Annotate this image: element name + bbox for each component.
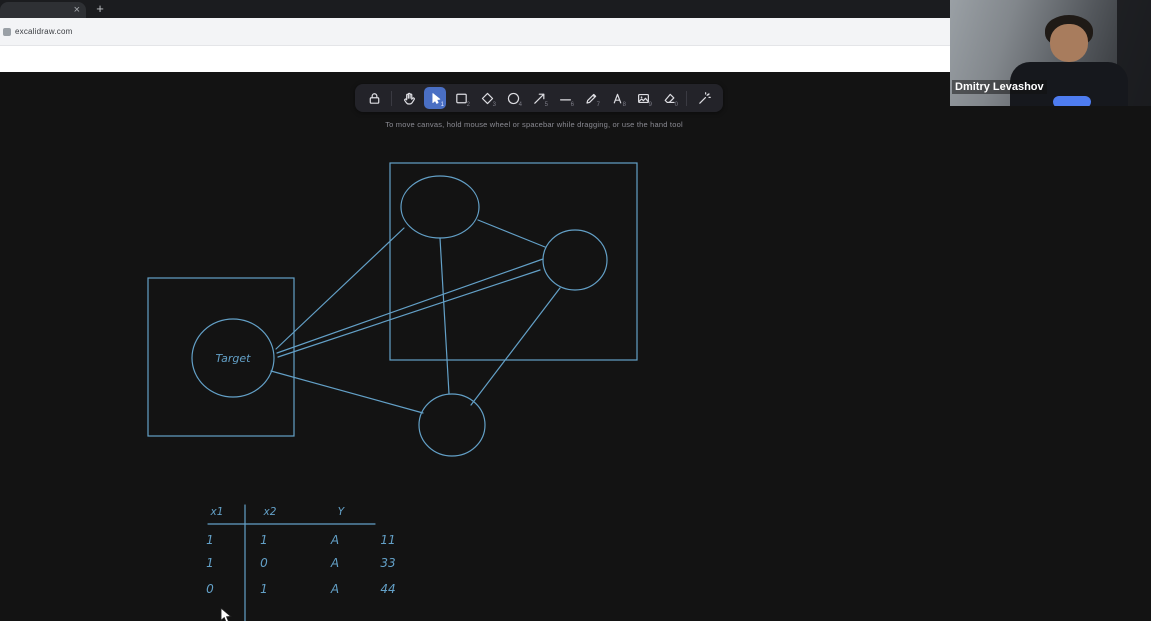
tool-text-button[interactable]: 8 xyxy=(606,87,628,109)
table-cell[interactable]: A xyxy=(330,556,339,570)
webcam-overlay: Dmitry Levashov xyxy=(950,0,1151,106)
table-cell[interactable]: 1 xyxy=(206,556,214,570)
tool-shortcut-label: 0 xyxy=(674,102,678,108)
tool-diamond-button[interactable]: 3 xyxy=(476,87,498,109)
excalidraw-toolbar: 1 2 3 4 5 6 7 8 9 0 xyxy=(355,84,723,112)
lock-icon xyxy=(369,92,379,104)
drawing-scene[interactable]: Targetx1 x2 Y1 1 A 111 0 A 330 1 A 44 xyxy=(0,72,1151,621)
hand-icon xyxy=(403,92,415,105)
webcam-name-label: Dmitry Levashov xyxy=(952,80,1047,94)
tool-selection-button[interactable]: 1 xyxy=(424,87,446,109)
toolbar-divider xyxy=(391,90,392,106)
laser-icon xyxy=(698,91,711,104)
tool-shortcut-label: 2 xyxy=(466,102,470,108)
url-text[interactable]: excalidraw.com xyxy=(15,27,73,36)
site-favicon-icon xyxy=(3,27,11,36)
mouse-cursor-icon xyxy=(220,608,232,621)
tab-close-icon[interactable]: × xyxy=(74,3,80,17)
diagram-connector-line[interactable] xyxy=(276,258,544,354)
diagram-rectangle[interactable] xyxy=(389,162,638,361)
excalidraw-canvas[interactable]: Target x1 x2 Y 1 1 A 11 1 0 A 33 0 1 A 44 1234567890 To… xyxy=(0,72,1151,621)
tool-rectangle-button[interactable]: 2 xyxy=(450,87,472,109)
table-cell[interactable]: A xyxy=(330,582,339,596)
diagram-node-circle[interactable] xyxy=(418,393,486,457)
diagram-node-circle[interactable] xyxy=(400,175,480,239)
tool-shortcut-label: 9 xyxy=(648,102,652,108)
table-cell[interactable]: 1 xyxy=(206,533,214,547)
table-header-x1[interactable]: x1 xyxy=(210,506,224,518)
table-cell[interactable]: 1 xyxy=(260,582,268,596)
table-cell[interactable]: 44 xyxy=(380,582,395,596)
table-cell[interactable]: 0 xyxy=(206,582,214,596)
tool-lock-button[interactable] xyxy=(363,87,385,109)
diagram-connector-line[interactable] xyxy=(277,269,541,358)
tool-laser-button[interactable] xyxy=(693,87,715,109)
tool-shortcut-label: 6 xyxy=(570,102,574,108)
tool-hand-button[interactable] xyxy=(398,87,420,109)
tool-shortcut-label: 3 xyxy=(492,102,496,108)
tool-draw-button[interactable]: 7 xyxy=(580,87,602,109)
table-cell[interactable]: 1 xyxy=(260,533,268,547)
table-cell[interactable]: A xyxy=(330,533,339,547)
tool-ellipse-button[interactable]: 4 xyxy=(502,87,524,109)
table-header-Y[interactable]: Y xyxy=(338,506,346,518)
tool-arrow-button[interactable]: 5 xyxy=(528,87,550,109)
browser-tab[interactable]: × xyxy=(0,2,86,18)
diagram-connector-line[interactable] xyxy=(439,237,450,395)
table-cell[interactable]: 0 xyxy=(260,556,268,570)
tool-image-button[interactable]: 9 xyxy=(632,87,654,109)
webcam-person-face xyxy=(1050,24,1088,62)
table-cell[interactable]: 11 xyxy=(380,533,395,547)
tool-shortcut-label: 1 xyxy=(440,102,444,108)
tool-shortcut-label: 8 xyxy=(622,102,626,108)
app-window: × + excalidraw.com Target x1 x2 Y 1 1 A 11 1 0 A 33… xyxy=(0,0,1151,621)
toolbar-divider xyxy=(686,90,687,106)
tool-shortcut-label: 5 xyxy=(544,102,548,108)
table-header-x2[interactable]: x2 xyxy=(263,506,277,518)
tool-shortcut-label: 4 xyxy=(518,102,522,108)
diagram-connector-line[interactable] xyxy=(470,287,561,406)
target-node-label[interactable]: Target xyxy=(216,352,252,365)
diagram-connector-line[interactable] xyxy=(477,219,546,248)
canvas-hint-text: To move canvas, hold mouse wheel or spac… xyxy=(385,120,683,129)
diagram-node-circle[interactable] xyxy=(542,229,608,291)
new-tab-button[interactable]: + xyxy=(92,1,108,17)
table-cell[interactable]: 33 xyxy=(380,556,395,570)
blue-indicator xyxy=(1053,96,1091,106)
tool-shortcut-label: 7 xyxy=(596,102,600,108)
tool-line-button[interactable]: 6 xyxy=(554,87,576,109)
tool-eraser-button[interactable]: 0 xyxy=(658,87,680,109)
